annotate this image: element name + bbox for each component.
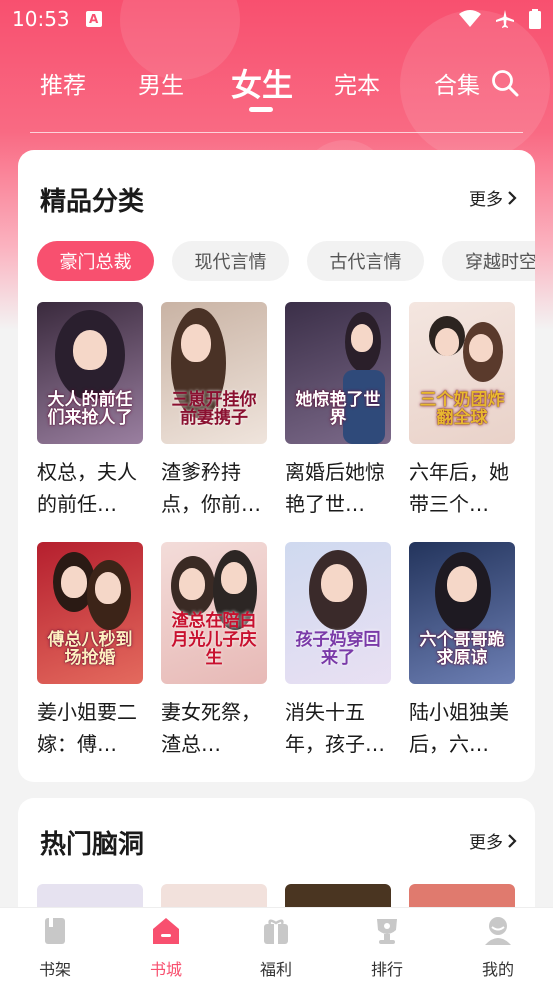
book-item[interactable]: 六个哥哥跪求原谅 陆小姐独美后，六… (409, 542, 515, 760)
book-title: 陆小姐独美后，六… (409, 700, 509, 756)
tab-completed[interactable]: 完本 (334, 66, 380, 100)
more-link[interactable]: 更多 (469, 185, 517, 210)
book-cover[interactable]: 大人的前任们来抢人了 (37, 302, 143, 444)
category-tabs: 推荐 男生 女生 完本 合集 (0, 58, 553, 112)
tab-recommend[interactable]: 推荐 (40, 66, 86, 100)
book-item[interactable]: 大人的前任们来抢人了 权总，夫人的前任… (37, 302, 143, 520)
nav-ranking[interactable]: 排行 (357, 916, 417, 980)
cover-title: 大人的前任们来抢人了 (47, 389, 133, 429)
chip-ceo[interactable]: 豪门总裁 (37, 241, 154, 281)
tab-collection[interactable]: 合集 (434, 66, 480, 100)
cover-title: 傅总八秒到场抢婚 (47, 629, 133, 669)
book-item[interactable]: 渣总在陪白月光儿子庆生 妻女死祭，渣总… (161, 542, 267, 760)
nav-label: 福利 (259, 960, 292, 979)
more-label: 更多 (469, 190, 503, 210)
book-cover[interactable]: 渣总在陪白月光儿子庆生 (161, 542, 267, 684)
nav-label: 书城 (149, 960, 182, 979)
more-label: 更多 (469, 833, 503, 853)
nav-label: 我的 (481, 960, 514, 979)
chip-time-travel[interactable]: 穿越时空 (442, 241, 535, 281)
nav-profile[interactable]: 我的 (468, 916, 528, 980)
search-icon[interactable] (490, 68, 520, 98)
wifi-icon (459, 10, 481, 27)
section-title: 热门脑洞 (40, 830, 145, 860)
more-link[interactable]: 更多 (469, 828, 517, 853)
nav-label: 排行 (370, 960, 403, 979)
book-title: 妻女死祭，渣总… (161, 700, 261, 756)
nav-bookshelf[interactable]: 书架 (25, 916, 85, 980)
cover-title: 六个哥哥跪求原谅 (419, 629, 505, 669)
airplane-icon (496, 10, 514, 28)
battery-icon (529, 9, 541, 29)
cover-title: 渣总在陪白月光儿子庆生 (171, 610, 257, 669)
book-title: 权总，夫人的前任… (37, 460, 137, 516)
tab-male[interactable]: 男生 (138, 66, 184, 100)
chip-modern-romance[interactable]: 现代言情 (172, 241, 289, 281)
user-icon (485, 917, 511, 945)
book-item[interactable]: 孩子妈穿回来了 消失十五年，孩子… (285, 542, 391, 760)
book-item[interactable]: 三崽开挂你前妻携子 渣爹矜持点，你前… (161, 302, 267, 520)
status-time: 10:53 (12, 7, 70, 31)
nav-rewards[interactable]: 福利 (246, 916, 306, 980)
genre-chips: 豪门总裁 现代言情 古代言情 穿越时空 (37, 241, 535, 283)
book-title: 六年后，她带三个… (409, 460, 509, 516)
cover-title: 三个奶团炸翻全球 (419, 389, 505, 429)
status-indicator-icon: A (85, 11, 102, 27)
active-tab-indicator (249, 107, 273, 112)
cover-title: 她惊艳了世界 (295, 389, 381, 429)
section-title: 精品分类 (40, 187, 145, 217)
book-cover[interactable]: 她惊艳了世界 (285, 302, 391, 444)
nav-divider (30, 132, 523, 133)
book-cover[interactable]: 三崽开挂你前妻携子 (161, 302, 267, 444)
status-bar: 10:53 A (0, 0, 553, 38)
bookshelf-icon (45, 918, 65, 944)
book-item[interactable]: 三个奶团炸翻全球 六年后，她带三个… (409, 302, 515, 520)
book-title: 姜小姐要二嫁：傅… (37, 700, 137, 756)
tab-female[interactable]: 女生 (231, 60, 293, 105)
book-cover[interactable]: 六个哥哥跪求原谅 (409, 542, 515, 684)
cover-title: 孩子妈穿回来了 (295, 629, 381, 669)
cover-title: 三崽开挂你前妻携子 (171, 389, 257, 429)
chevron-right-icon (508, 833, 517, 848)
chevron-right-icon (508, 190, 517, 205)
gift-icon (264, 919, 288, 944)
book-cover[interactable]: 孩子妈穿回来了 (285, 542, 391, 684)
book-title: 离婚后她惊艳了世… (285, 460, 385, 516)
bottom-navigation: 书架 书城 福利 排行 我的 (0, 907, 553, 983)
book-cover[interactable]: 三个奶团炸翻全球 (409, 302, 515, 444)
nav-label: 书架 (38, 960, 71, 979)
nav-bookstore[interactable]: 书城 (136, 916, 196, 980)
book-title: 消失十五年，孩子… (285, 700, 385, 756)
trophy-icon (377, 919, 397, 944)
book-item[interactable]: 她惊艳了世界 离婚后她惊艳了世… (285, 302, 391, 520)
book-cover[interactable]: 傅总八秒到场抢婚 (37, 542, 143, 684)
chip-historical-romance[interactable]: 古代言情 (307, 241, 424, 281)
book-title: 渣爹矜持点，你前… (161, 460, 261, 516)
home-icon (153, 918, 179, 944)
featured-categories-card: 精品分类 更多 豪门总裁 现代言情 古代言情 穿越时空 大人的前任们来抢人了 权… (18, 150, 535, 782)
book-item[interactable]: 傅总八秒到场抢婚 姜小姐要二嫁：傅… (37, 542, 143, 760)
